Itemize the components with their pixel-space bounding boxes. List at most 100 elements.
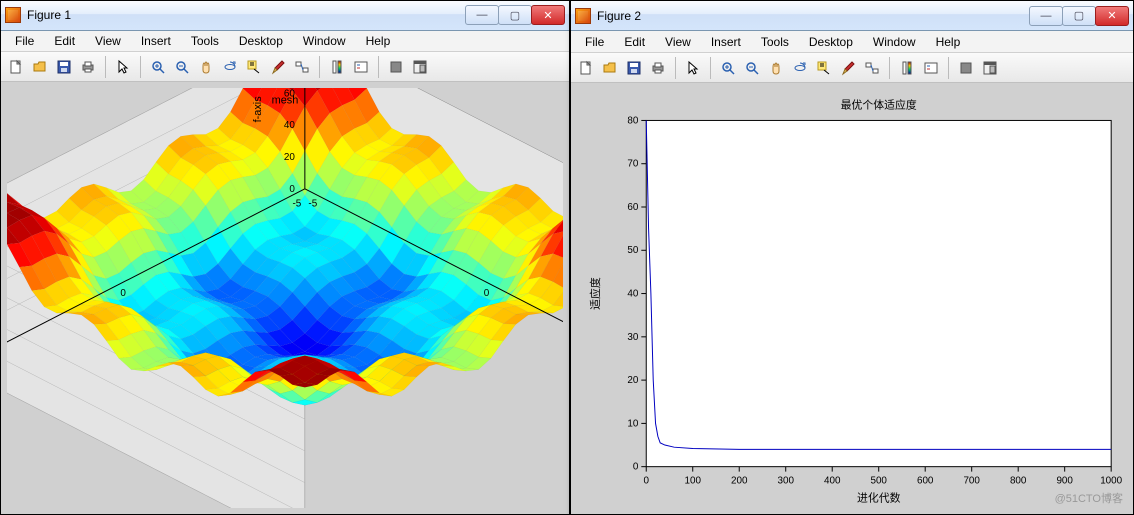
data-cursor-icon[interactable] <box>813 57 835 79</box>
print-icon[interactable] <box>77 56 99 78</box>
titlebar: Figure 1 — ▢ ✕ <box>1 1 569 31</box>
svg-text:10: 10 <box>627 418 638 429</box>
rotate-3d-icon[interactable] <box>789 57 811 79</box>
hide-tools-icon[interactable] <box>385 56 407 78</box>
menu-view[interactable]: View <box>85 32 131 50</box>
titlebar: Figure 2 — ▢ ✕ <box>571 1 1133 31</box>
svg-text:700: 700 <box>963 475 980 486</box>
svg-text:mesh: mesh <box>272 94 299 106</box>
svg-text:60: 60 <box>627 202 638 213</box>
menu-desktop[interactable]: Desktop <box>799 33 863 51</box>
rotate-3d-icon[interactable] <box>219 56 241 78</box>
brush-icon[interactable] <box>267 56 289 78</box>
pan-hand-icon[interactable] <box>765 57 787 79</box>
svg-text:80: 80 <box>627 115 638 126</box>
minimize-button[interactable]: — <box>465 5 499 25</box>
menu-window[interactable]: Window <box>863 33 926 51</box>
menu-tools[interactable]: Tools <box>751 33 799 51</box>
legend-icon[interactable] <box>350 56 372 78</box>
svg-text:最优个体适应度: 最优个体适应度 <box>841 98 917 112</box>
dock-icon[interactable] <box>979 57 1001 79</box>
colorbar-icon[interactable] <box>326 56 348 78</box>
axes-2d[interactable]: 0100200300400500600700800900100001020304… <box>577 89 1127 508</box>
svg-text:f-axis: f-axis <box>252 96 264 123</box>
close-button[interactable]: ✕ <box>1095 6 1129 26</box>
svg-text:0: 0 <box>484 288 490 299</box>
svg-text:50: 50 <box>627 245 638 256</box>
menubar: File Edit View Insert Tools Desktop Wind… <box>1 31 569 53</box>
menubar: File Edit View Insert Tools Desktop Wind… <box>571 31 1133 53</box>
menu-desktop[interactable]: Desktop <box>229 32 293 50</box>
save-disk-icon[interactable] <box>623 57 645 79</box>
matlab-icon <box>575 8 591 24</box>
svg-text:70: 70 <box>627 159 638 170</box>
svg-text:500: 500 <box>870 475 887 486</box>
minimize-button[interactable]: — <box>1029 6 1063 26</box>
dock-icon[interactable] <box>409 56 431 78</box>
colorbar-icon[interactable] <box>896 57 918 79</box>
svg-text:适应度: 适应度 <box>588 277 602 310</box>
svg-text:20: 20 <box>627 375 638 386</box>
data-cursor-icon[interactable] <box>243 56 265 78</box>
menu-help[interactable]: Help <box>356 32 401 50</box>
new-file-icon[interactable] <box>5 56 27 78</box>
plot-canvas: -505-505020406080100meshx1-axisx2-axisf-… <box>1 82 569 514</box>
maximize-button[interactable]: ▢ <box>1062 6 1096 26</box>
zoom-in-icon[interactable] <box>147 56 169 78</box>
svg-text:40: 40 <box>284 120 296 131</box>
svg-text:200: 200 <box>731 475 748 486</box>
svg-text:-5: -5 <box>308 199 317 210</box>
svg-text:-5: -5 <box>293 199 302 210</box>
menu-edit[interactable]: Edit <box>44 32 85 50</box>
svg-text:600: 600 <box>917 475 934 486</box>
svg-text:0: 0 <box>643 475 649 486</box>
menu-insert[interactable]: Insert <box>701 33 751 51</box>
menu-view[interactable]: View <box>655 33 701 51</box>
menu-file[interactable]: File <box>5 32 44 50</box>
watermark: @51CTO博客 <box>1055 490 1123 506</box>
menu-help[interactable]: Help <box>926 33 971 51</box>
pan-hand-icon[interactable] <box>195 56 217 78</box>
legend-icon[interactable] <box>920 57 942 79</box>
svg-text:0: 0 <box>633 462 639 473</box>
pointer-icon[interactable] <box>682 57 704 79</box>
svg-text:20: 20 <box>284 152 296 163</box>
svg-text:40: 40 <box>627 289 638 300</box>
save-disk-icon[interactable] <box>53 56 75 78</box>
link-plot-icon[interactable] <box>861 57 883 79</box>
brush-icon[interactable] <box>837 57 859 79</box>
zoom-in-icon[interactable] <box>717 57 739 79</box>
open-folder-icon[interactable] <box>29 56 51 78</box>
menu-tools[interactable]: Tools <box>181 32 229 50</box>
menu-edit[interactable]: Edit <box>614 33 655 51</box>
menu-file[interactable]: File <box>575 33 614 51</box>
pointer-icon[interactable] <box>112 56 134 78</box>
window-title: Figure 2 <box>597 9 641 23</box>
svg-text:400: 400 <box>824 475 841 486</box>
open-folder-icon[interactable] <box>599 57 621 79</box>
plot-canvas: 0100200300400500600700800900100001020304… <box>571 83 1133 514</box>
axes-3d[interactable]: -505-505020406080100meshx1-axisx2-axisf-… <box>7 88 563 508</box>
svg-text:900: 900 <box>1056 475 1073 486</box>
zoom-out-icon[interactable] <box>171 56 193 78</box>
matlab-icon <box>5 7 21 23</box>
svg-text:0: 0 <box>289 184 295 195</box>
menu-insert[interactable]: Insert <box>131 32 181 50</box>
svg-text:0: 0 <box>120 288 126 299</box>
svg-text:进化代数: 进化代数 <box>857 490 901 504</box>
svg-text:100: 100 <box>684 475 701 486</box>
menu-window[interactable]: Window <box>293 32 356 50</box>
toolbar <box>1 52 569 82</box>
maximize-button[interactable]: ▢ <box>498 5 532 25</box>
close-button[interactable]: ✕ <box>531 5 565 25</box>
svg-text:30: 30 <box>627 332 638 343</box>
zoom-out-icon[interactable] <box>741 57 763 79</box>
new-file-icon[interactable] <box>575 57 597 79</box>
svg-text:1000: 1000 <box>1100 475 1122 486</box>
toolbar <box>571 53 1133 83</box>
window-title: Figure 1 <box>27 8 71 22</box>
svg-text:300: 300 <box>777 475 794 486</box>
hide-tools-icon[interactable] <box>955 57 977 79</box>
print-icon[interactable] <box>647 57 669 79</box>
link-plot-icon[interactable] <box>291 56 313 78</box>
